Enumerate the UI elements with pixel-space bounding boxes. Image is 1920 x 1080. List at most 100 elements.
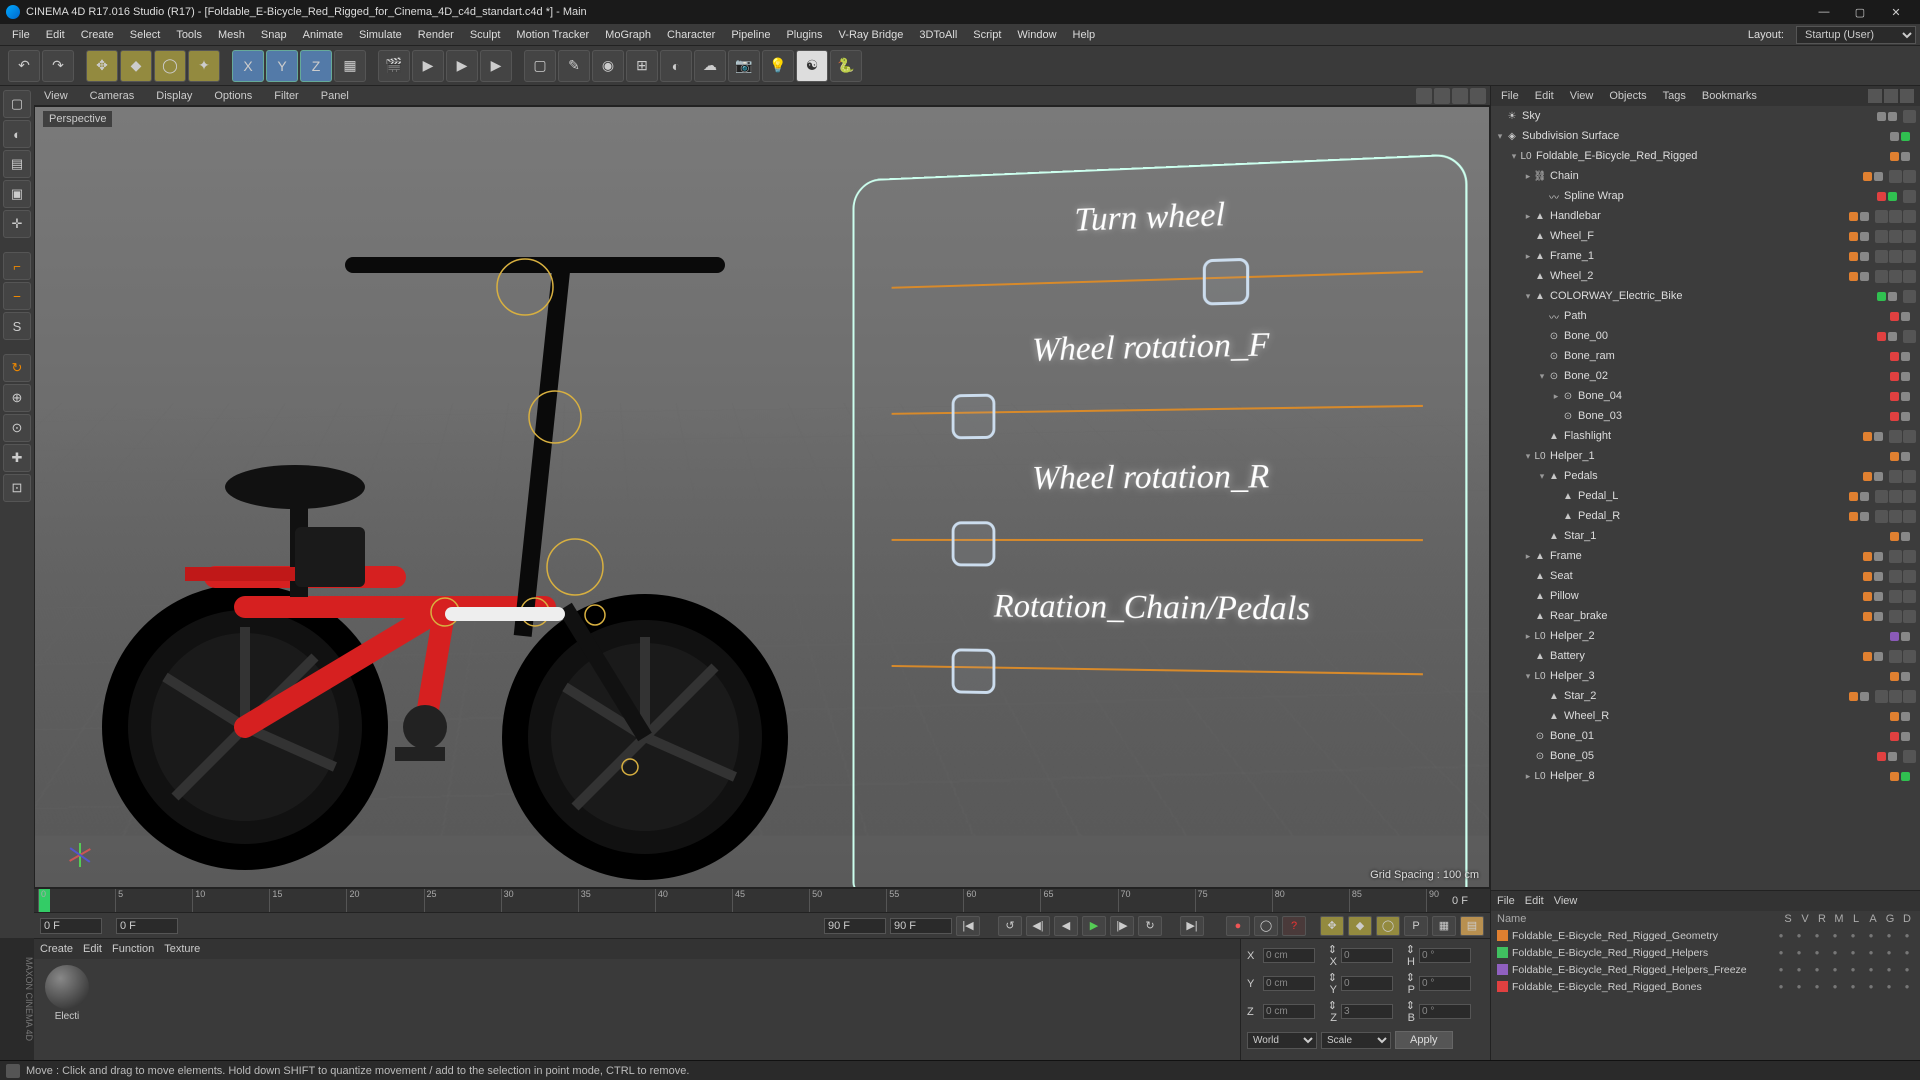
keyframe-sel-button[interactable]: ? [1282, 916, 1306, 936]
vp-nav-icon[interactable] [1434, 88, 1450, 104]
frame-range-end[interactable] [824, 918, 886, 934]
array-button[interactable]: ⊞ [626, 50, 658, 82]
vp-menu-options[interactable]: Options [208, 88, 258, 104]
menu-motion tracker[interactable]: Motion Tracker [508, 26, 597, 44]
object-mode-button[interactable]: ▣ [3, 180, 31, 208]
hud-slider[interactable] [892, 380, 1423, 438]
object-row[interactable]: ▸ ⊙ Bone_04 [1491, 386, 1920, 406]
visibility-dots[interactable] [1890, 412, 1910, 421]
camera-button[interactable]: 📷 [728, 50, 760, 82]
layer-toggle[interactable]: ● [1792, 930, 1806, 942]
size-y[interactable] [1341, 976, 1393, 991]
layer-color-swatch[interactable] [1497, 930, 1508, 941]
object-tag[interactable] [1903, 270, 1916, 283]
object-row[interactable]: ▲ Battery [1491, 646, 1920, 666]
snap3-button[interactable]: ✚ [3, 444, 31, 472]
object-tag[interactable] [1889, 510, 1902, 523]
layer-toggle[interactable]: ● [1846, 981, 1860, 993]
visibility-dots[interactable] [1849, 692, 1869, 701]
menu-snap[interactable]: Snap [253, 26, 295, 44]
goto-end-button[interactable]: ▶| [1180, 916, 1204, 936]
layer-toggle[interactable]: ● [1900, 964, 1914, 976]
object-row[interactable]: ☀ Sky [1491, 106, 1920, 126]
layer-toggle[interactable]: ● [1900, 930, 1914, 942]
mat-menu-create[interactable]: Create [40, 943, 73, 955]
hud-slider[interactable] [892, 514, 1423, 566]
play-back-button[interactable]: ◀ [1054, 916, 1078, 936]
object-tag[interactable] [1875, 250, 1888, 263]
frame-start-field[interactable] [40, 918, 102, 934]
vp-menu-cameras[interactable]: Cameras [84, 88, 141, 104]
object-manager-tree[interactable]: ☀ Sky ▾ ◈ Subdivision Surface ▾ L0 Folda… [1491, 106, 1920, 890]
layer-toggle[interactable]: ● [1864, 981, 1878, 993]
visibility-dots[interactable] [1863, 572, 1883, 581]
prev-key-button[interactable]: ↺ [998, 916, 1022, 936]
layer-toggle[interactable]: ● [1828, 930, 1842, 942]
menu-character[interactable]: Character [659, 26, 723, 44]
rotate-tool[interactable]: ◯ [154, 50, 186, 82]
visibility-dots[interactable] [1890, 712, 1910, 721]
expand-icon[interactable]: ▾ [1495, 131, 1505, 142]
visibility-dots[interactable] [1890, 352, 1910, 361]
maximize-button[interactable]: ▢ [1842, 0, 1878, 24]
size-x[interactable] [1341, 948, 1393, 963]
visibility-dots[interactable] [1849, 492, 1869, 501]
visibility-dots[interactable] [1863, 592, 1883, 601]
visibility-dots[interactable] [1849, 272, 1869, 281]
object-row[interactable]: ▾ ◈ Subdivision Surface [1491, 126, 1920, 146]
visibility-dots[interactable] [1849, 252, 1869, 261]
expand-icon[interactable]: ▾ [1509, 151, 1519, 162]
menu-mograph[interactable]: MoGraph [597, 26, 659, 44]
visibility-dots[interactable] [1890, 312, 1910, 321]
deformer-button[interactable]: ◐ [660, 50, 692, 82]
mat-menu-texture[interactable]: Texture [164, 943, 200, 955]
layer-toggle[interactable]: ● [1846, 964, 1860, 976]
frame-current-field[interactable] [116, 918, 178, 934]
snap2-button[interactable]: ⊙ [3, 414, 31, 442]
object-row[interactable]: ▲ Wheel_R [1491, 706, 1920, 726]
expand-icon[interactable]: ▸ [1523, 771, 1533, 782]
expand-icon[interactable]: ▾ [1537, 371, 1547, 382]
scale-tool[interactable]: ✦ [188, 50, 220, 82]
layer-color-swatch[interactable] [1497, 981, 1508, 992]
layer-toggle[interactable]: ● [1792, 964, 1806, 976]
expand-icon[interactable]: ▸ [1523, 251, 1533, 262]
object-tag[interactable] [1889, 590, 1902, 603]
coord-system-button[interactable]: ▦ [334, 50, 366, 82]
object-tag[interactable] [1903, 230, 1916, 243]
expand-icon[interactable]: ▸ [1523, 211, 1533, 222]
obj-menu-objects[interactable]: Objects [1605, 88, 1650, 104]
layer-toggle[interactable]: ● [1774, 947, 1788, 959]
vp-menu-display[interactable]: Display [150, 88, 198, 104]
vp-menu-filter[interactable]: Filter [268, 88, 304, 104]
object-tag[interactable] [1903, 210, 1916, 223]
visibility-dots[interactable] [1863, 652, 1883, 661]
object-tag[interactable] [1903, 170, 1916, 183]
visibility-dots[interactable] [1877, 752, 1897, 761]
environment-button[interactable]: ☁ [694, 50, 726, 82]
expand-icon[interactable]: ▸ [1523, 631, 1533, 642]
record-button[interactable]: ● [1226, 916, 1250, 936]
layer-toggle[interactable]: ● [1882, 930, 1896, 942]
layer-toggle[interactable]: ● [1846, 930, 1860, 942]
select-tool[interactable]: ✥ [86, 50, 118, 82]
visibility-dots[interactable] [1863, 472, 1883, 481]
object-tag[interactable] [1889, 210, 1902, 223]
visibility-dots[interactable] [1877, 332, 1897, 341]
layer-toggle[interactable]: ● [1900, 947, 1914, 959]
object-tag[interactable] [1903, 430, 1916, 443]
visibility-dots[interactable] [1890, 152, 1910, 161]
object-row[interactable]: ▲ Pedal_L [1491, 486, 1920, 506]
viewport-3d[interactable]: Perspective [34, 106, 1490, 888]
object-row[interactable]: ⊙ Bone_00 [1491, 326, 1920, 346]
material-slot[interactable]: Electi [40, 965, 94, 1022]
param-key-button[interactable]: P [1404, 916, 1428, 936]
render-region-button[interactable]: ▶ [412, 50, 444, 82]
layer-toggle[interactable]: ● [1882, 947, 1896, 959]
object-tag[interactable] [1875, 210, 1888, 223]
object-tag[interactable] [1903, 510, 1916, 523]
object-tag[interactable] [1875, 270, 1888, 283]
object-tag[interactable] [1903, 650, 1916, 663]
layer-toggle[interactable]: ● [1792, 981, 1806, 993]
visibility-dots[interactable] [1890, 132, 1910, 141]
